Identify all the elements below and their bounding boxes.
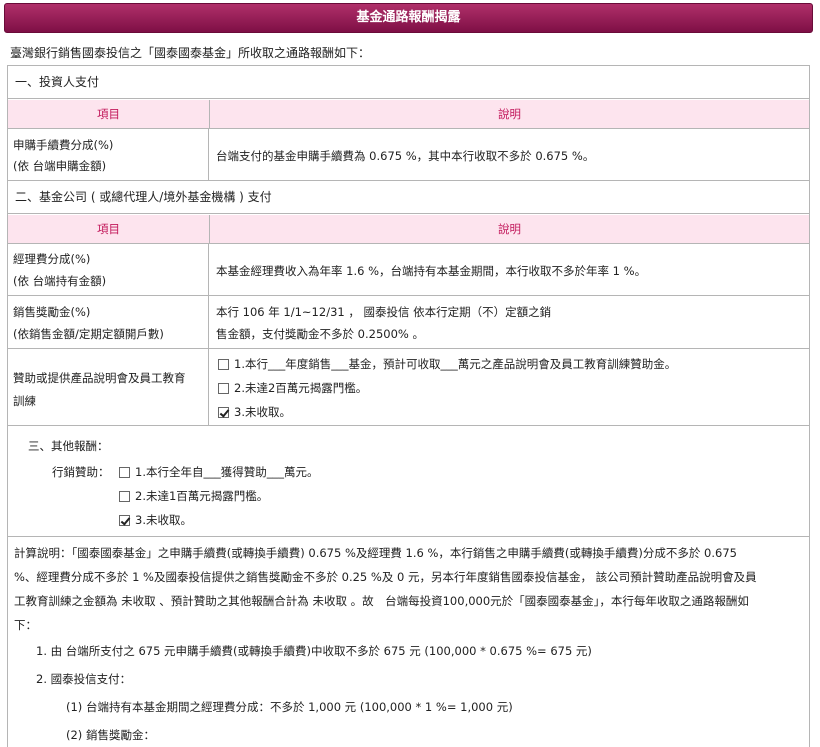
- intro-text: 臺灣銀行銷售國泰投信之「國泰國泰基金」所收取之通路報酬如下：: [10, 46, 371, 60]
- calc-item-2: 2. 國泰投信支付：: [36, 672, 132, 686]
- row-label-cell: 銷售獎勵金(%) (依銷售金額/定期定額開戶數): [8, 296, 209, 348]
- calc-para-line: 下：: [14, 618, 37, 632]
- checkbox-unchecked-icon[interactable]: [119, 490, 130, 502]
- calc-item-2-2: (2) 銷售獎勵金：: [66, 728, 155, 742]
- checkbox-unchecked-icon[interactable]: [218, 382, 229, 394]
- row-label: 銷售獎勵金(%): [13, 305, 91, 319]
- row-label: 申購手續費分成(%): [13, 138, 114, 152]
- row-label-cell: 贊助或提供產品說明會及員工教育 訓練: [8, 349, 209, 425]
- table-row-subscription-fee: 申購手續費分成(%) (依 台端申購金額) 台端支付的基金申購手續費為 0.67…: [8, 129, 809, 181]
- checkbox-checked-icon[interactable]: [218, 406, 229, 418]
- option-label: 1.本行___年度銷售___基金，預計可收取___萬元之產品說明會及員工教育訓練…: [234, 357, 677, 371]
- checkbox-unchecked-icon[interactable]: [119, 466, 130, 478]
- table-row-sales-bonus: 銷售獎勵金(%) (依銷售金額/定期定額開戶數) 本行 106 年 1/1~12…: [8, 296, 809, 349]
- option-label: 3.未收取。: [234, 405, 291, 419]
- marketing-option-3: 3.未收取。: [119, 512, 192, 528]
- calc-para-line: %、經理費分成不多於 1 %及國泰投信提供之銷售獎勵金不多於 0.25 %及 0…: [14, 570, 757, 584]
- calc-item-1: 1. 由 台端所支付之 675 元申購手續費(或轉換手續費)中收取不多於 675…: [36, 644, 592, 658]
- option-label: 1.本行全年自___獲得贊助___萬元。: [135, 465, 319, 479]
- row-label: 經理費分成(%): [13, 252, 91, 266]
- calculation-explanation: 計算說明：「國泰國泰基金」之申購手續費(或轉換手續費) 0.675 %及經理費 …: [8, 537, 809, 747]
- section2-heading: 二、基金公司 ( 或總代理人/境外基金機構 ) 支付: [8, 181, 809, 214]
- sponsorship-option-3: 3.未收取。: [218, 404, 291, 420]
- disclosure-table: 一、投資人支付 項目 說明 申購手續費分成(%) (依 台端申購金額) 台端支付…: [7, 65, 810, 747]
- row-desc-cell: 本基金經理費收入為年率 1.6 %，台端持有本基金期間，本行收取不多於年率 1 …: [210, 244, 809, 295]
- marketing-sponsorship-label: 行銷贊助：: [52, 465, 110, 479]
- row-label-cell: 申購手續費分成(%) (依 台端申購金額): [8, 129, 209, 180]
- marketing-option-2: 2.未達1百萬元揭露門檻。: [119, 488, 268, 504]
- option-label: 2.未達2百萬元揭露門檻。: [234, 381, 368, 395]
- row-label-cell: 經理費分成(%) (依 台端持有金額): [8, 244, 209, 295]
- section3-heading: 三、其他報酬：: [28, 439, 109, 453]
- section1-heading: 一、投資人支付: [8, 66, 809, 99]
- header-item: 項目: [8, 100, 210, 128]
- row-desc: 台端支付的基金申購手續費為 0.675 %，其中本行收取不多於 0.675 %。: [216, 149, 595, 163]
- sponsorship-option-2: 2.未達2百萬元揭露門檻。: [218, 380, 367, 396]
- calc-para-line: 計算說明：「國泰國泰基金」之申購手續費(或轉換手續費) 0.675 %及經理費 …: [14, 546, 737, 560]
- header-item: 項目: [8, 215, 210, 243]
- table-row-management-fee: 經理費分成(%) (依 台端持有金額) 本基金經理費收入為年率 1.6 %，台端…: [8, 244, 809, 296]
- row-label: 贊助或提供產品說明會及員工教育: [13, 371, 186, 385]
- header-desc: 說明: [498, 107, 521, 121]
- row-label-sub: (依 台端持有金額): [13, 274, 107, 288]
- row-desc: 本基金經理費收入為年率 1.6 %，台端持有本基金期間，本行收取不多於年率 1 …: [216, 264, 647, 278]
- row-desc-cell: 1.本行___年度銷售___基金，預計可收取___萬元之產品說明會及員工教育訓練…: [210, 349, 809, 425]
- table-row-sponsorship: 贊助或提供產品說明會及員工教育 訓練 1.本行___年度銷售___基金，預計可收…: [8, 349, 809, 426]
- checkbox-unchecked-icon[interactable]: [218, 358, 229, 370]
- page-title: 基金通路報酬揭露: [4, 3, 813, 33]
- option-label: 3.未收取。: [135, 513, 192, 527]
- row-label-sub: (依銷售金額/定期定額開戶數): [13, 327, 164, 341]
- row-label-sub: (依 台端申購金額): [13, 159, 107, 173]
- marketing-option-1: 1.本行全年自___獲得贊助___萬元。: [119, 464, 318, 480]
- section3-other-compensation: 三、其他報酬： 行銷贊助： 1.本行全年自___獲得贊助___萬元。 2.未達1…: [8, 425, 809, 537]
- section1-header-row: 項目 說明: [8, 100, 809, 129]
- row-desc-cell: 台端支付的基金申購手續費為 0.675 %，其中本行收取不多於 0.675 %。: [210, 129, 809, 180]
- calc-para-line: 工教育訓練之金額為 未收取 、預計贊助之其他報酬合計為 未收取 。故 台端每投資…: [14, 594, 749, 608]
- row-desc: 本行 106 年 1/1~12/31 ， 國泰投信 依本行定期（不）定額之銷: [216, 305, 552, 319]
- row-label-sub: 訓練: [13, 394, 36, 408]
- calc-item-2-1: (1) 台端持有本基金期間之經理費分成：不多於 1,000 元 (100,000…: [66, 700, 513, 714]
- checkbox-checked-icon[interactable]: [119, 514, 130, 526]
- section2-header-row: 項目 說明: [8, 215, 809, 244]
- row-desc-cont: 售金額，支付獎勵金不多於 0.2500% 。: [216, 327, 424, 341]
- sponsorship-option-1: 1.本行___年度銷售___基金，預計可收取___萬元之產品說明會及員工教育訓練…: [218, 356, 676, 372]
- row-desc-cell: 本行 106 年 1/1~12/31 ， 國泰投信 依本行定期（不）定額之銷 售…: [210, 296, 809, 348]
- header-desc: 說明: [498, 222, 521, 236]
- option-label: 2.未達1百萬元揭露門檻。: [135, 489, 269, 503]
